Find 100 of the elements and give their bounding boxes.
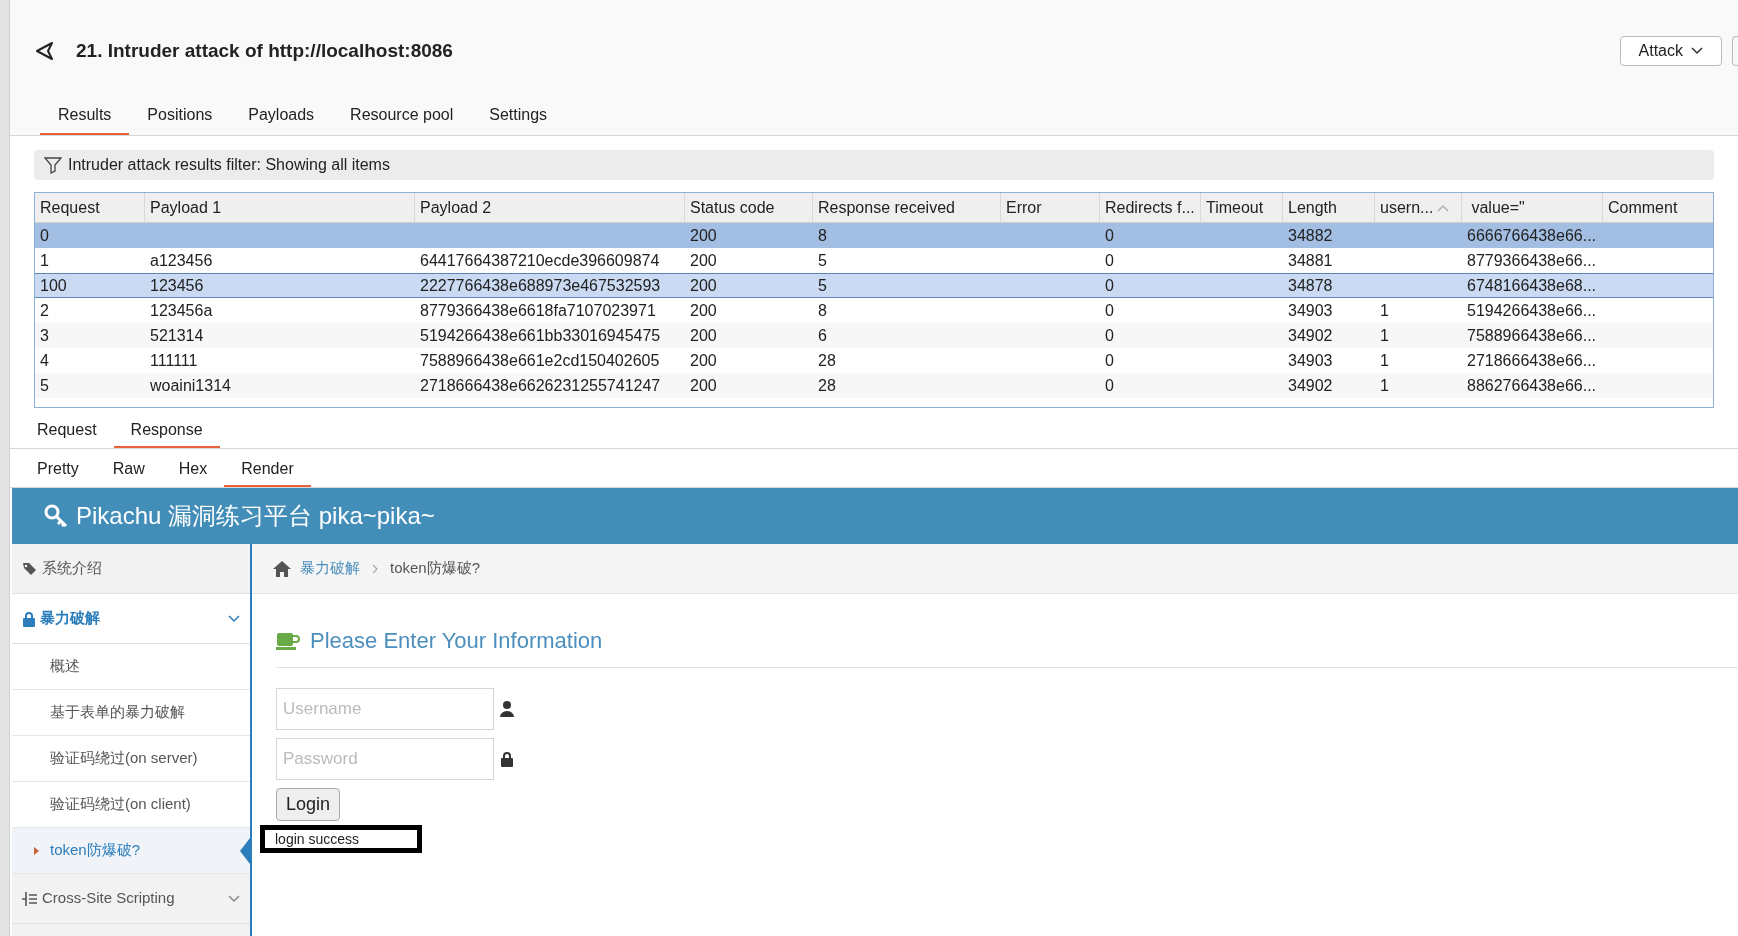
table-row[interactable]: 5 woaini1314 2718666438e6626231255741247 200 28 0 34902 1 8862766438e66... xyxy=(35,373,1713,398)
table-cell: 521314 xyxy=(150,327,204,344)
table-cell: 8 xyxy=(818,302,827,319)
intruder-icon xyxy=(34,40,56,62)
tab[interactable]: Pretty xyxy=(20,453,96,487)
table-cell: 1 xyxy=(1380,302,1389,319)
table-cell: 8862766438e66... xyxy=(1467,377,1596,394)
table-cell: 0 xyxy=(1105,377,1114,394)
column-header[interactable]: Response received xyxy=(813,193,1001,222)
table-cell: 6748166438e68... xyxy=(1467,277,1596,294)
table-cell: 34878 xyxy=(1288,277,1333,294)
table-cell: 34902 xyxy=(1288,377,1333,394)
table-cell: 123456a xyxy=(150,302,213,319)
table-cell: 1 xyxy=(40,252,49,269)
table-cell: 8779366438e66... xyxy=(1467,252,1596,269)
login-button[interactable]: Login xyxy=(276,788,341,821)
filter-icon xyxy=(44,156,62,174)
table-cell: 0 xyxy=(1105,327,1114,344)
lock-icon xyxy=(500,751,514,767)
table-cell: a123456 xyxy=(150,252,213,269)
table-cell: 34881 xyxy=(1288,252,1333,269)
table-cell: 200 xyxy=(690,277,717,294)
column-header[interactable]: Status code xyxy=(685,193,813,222)
table-cell: 0 xyxy=(1105,227,1114,244)
table-cell: 0 xyxy=(1105,277,1114,294)
submenu-item[interactable]: 基于表单的暴力破解 xyxy=(12,690,250,736)
submenu-item[interactable]: 概述 xyxy=(12,644,250,690)
tab[interactable]: Hex xyxy=(161,453,225,487)
table-cell: 3 xyxy=(40,327,49,344)
list-tree-icon xyxy=(22,891,38,906)
user-icon xyxy=(500,701,514,717)
submenu-item[interactable]: 验证码绕过(on server) xyxy=(12,736,250,782)
tab[interactable]: Payloads xyxy=(230,103,333,135)
caret-icon xyxy=(1691,47,1703,55)
table-cell: 34882 xyxy=(1288,227,1333,244)
table-cell: 123456 xyxy=(150,277,204,294)
table-cell: 5194266438e661bb33016945475 xyxy=(420,327,661,344)
column-header[interactable]: Payload 1 xyxy=(145,193,415,222)
table-cell: 5 xyxy=(818,277,827,294)
table-row[interactable]: 100 123456 2227766438e688973e467532593 200 5 0 34878 6748166438e68... xyxy=(35,273,1713,298)
table-cell: 6666766438e66... xyxy=(1467,227,1596,244)
table-cell: 200 xyxy=(690,327,717,344)
chevron-down-icon xyxy=(228,614,240,623)
tab[interactable]: Response xyxy=(113,414,220,448)
tab[interactable]: Settings xyxy=(471,103,566,135)
table-cell: 5 xyxy=(40,377,49,394)
table-cell: 200 xyxy=(690,377,717,394)
lock-icon xyxy=(22,610,36,627)
table-cell: 0 xyxy=(1105,302,1114,319)
submenu-item[interactable]: 验证码绕过(on client) xyxy=(12,782,250,828)
key-icon xyxy=(44,504,68,528)
filter-text: Intruder attack results filter: Showing all items xyxy=(68,155,390,175)
column-header[interactable]: Request xyxy=(35,193,145,222)
tab[interactable]: Positions xyxy=(129,103,231,135)
table-cell: 2718666438e6626231255741247 xyxy=(420,377,661,394)
table-cell: 0 xyxy=(1105,252,1114,269)
password-field[interactable]: Password xyxy=(276,738,494,780)
column-header[interactable]: Timeout xyxy=(1201,193,1283,222)
table-cell: 1 xyxy=(1380,377,1389,394)
chevron-right-icon xyxy=(372,563,378,574)
sidebar-item[interactable]: Cross-Site Scripting xyxy=(12,874,250,924)
tab[interactable]: Request xyxy=(20,414,114,448)
submenu-item[interactable]: token防爆破? xyxy=(12,828,250,874)
column-header[interactable]: Redirects f... xyxy=(1100,193,1201,222)
breadcrumb-current: token防爆破? xyxy=(390,558,481,579)
table-cell: 0 xyxy=(40,227,49,244)
username-field[interactable]: Username xyxy=(276,688,494,730)
tab[interactable]: Resource pool xyxy=(332,103,472,135)
tab[interactable]: Results xyxy=(40,103,130,135)
filter-bar[interactable]: Intruder attack results filter: Showing all items xyxy=(34,150,1714,180)
table-cell: 5 xyxy=(818,252,827,269)
attack-button[interactable]: Attack xyxy=(1619,36,1722,66)
table-cell: woaini1314 xyxy=(150,377,231,394)
column-header[interactable]: Comment xyxy=(1603,193,1713,222)
table-cell: 200 xyxy=(690,352,717,369)
banner-title: Pikachu 漏洞练习平台 pika~pika~ xyxy=(76,501,435,531)
column-header[interactable]: usern... xyxy=(1375,193,1462,222)
table-cell: 64417664387210ecde396609874 xyxy=(420,252,660,269)
column-header[interactable]: Payload 2 xyxy=(415,193,685,222)
table-cell: 1 xyxy=(1380,327,1389,344)
column-header[interactable]: Length xyxy=(1283,193,1375,222)
table-cell: 4 xyxy=(40,352,49,369)
column-header[interactable]: Error xyxy=(1001,193,1100,222)
column-header[interactable]: value=" xyxy=(1462,193,1603,222)
cup-icon xyxy=(276,630,300,651)
table-row[interactable]: 0 200 8 0 34882 6666766438e66... xyxy=(35,223,1713,248)
table-cell: 0 xyxy=(1105,352,1114,369)
result-message: login success xyxy=(275,831,360,847)
table-cell: 28 xyxy=(818,377,836,394)
table-cell: 100 xyxy=(40,277,67,294)
table-cell: 34903 xyxy=(1288,302,1333,319)
table-cell: 6 xyxy=(818,327,827,344)
table-row[interactable]: 3 521314 5194266438e661bb33016945475 200 6 0 34902 1 7588966438e66... xyxy=(35,323,1713,348)
table-cell: 34903 xyxy=(1288,352,1333,369)
table-cell: 2227766438e688973e467532593 xyxy=(420,277,661,294)
sidebar-item[interactable]: 暴力破解 xyxy=(12,594,250,644)
chevron-down-icon xyxy=(228,894,240,903)
table-cell: 200 xyxy=(690,227,717,244)
form-heading: Please Enter Your Information xyxy=(310,627,603,655)
tab[interactable]: Raw xyxy=(95,453,162,487)
